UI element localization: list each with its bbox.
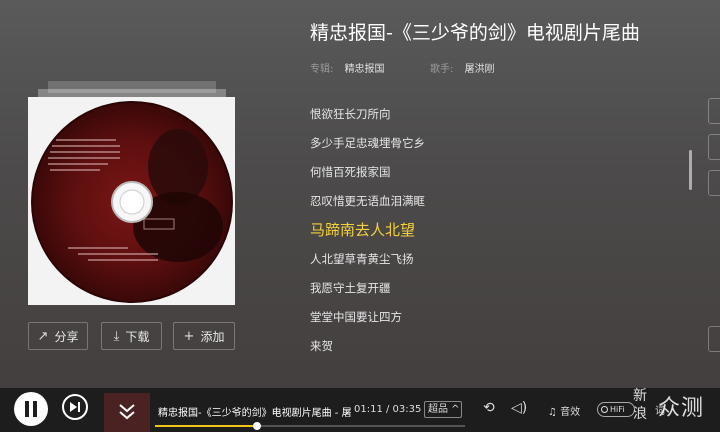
lyric-toggle-button[interactable]: 词 xyxy=(655,402,665,417)
quality-select[interactable]: 超品 ^ xyxy=(424,401,462,418)
lyric-line: 人北望草青黄尘飞扬 xyxy=(310,252,414,266)
lyric-line: 多少手足忠魂埋骨它乡 xyxy=(310,136,425,150)
next-icon xyxy=(70,402,80,412)
album-cover xyxy=(28,97,235,305)
side-button[interactable] xyxy=(708,98,720,124)
add-button[interactable]: + 添加 xyxy=(173,322,235,350)
lyric-line: 忍叹惜更无语血泪满眶 xyxy=(310,194,425,208)
download-button[interactable]: ⤓ 下载 xyxy=(101,322,162,350)
song-title: 精忠报国-《三少爷的剑》电视剧片尾曲 xyxy=(310,22,640,44)
hifi-label: HiFi xyxy=(610,405,625,414)
add-label: 添加 xyxy=(200,329,225,344)
lyric-line: 我愿守土复开疆 xyxy=(310,281,391,295)
singer-info: 歌手: 屠洪刚 xyxy=(430,60,495,75)
album-link[interactable]: 精忠报国 xyxy=(345,64,385,75)
share-button[interactable]: ↗ 分享 xyxy=(28,322,88,350)
plus-icon: + xyxy=(183,328,195,344)
side-button[interactable] xyxy=(708,170,720,196)
sound-effect-button[interactable]: ♫ 音效 xyxy=(548,403,580,418)
hifi-toggle[interactable]: HiFi xyxy=(597,402,635,417)
player-bar: 精忠报国-《三少爷的剑》电视剧片尾曲 - 屠 01:11 / 03:35 超品 … xyxy=(0,388,720,432)
share-icon: ↗ xyxy=(37,328,49,344)
download-label: 下载 xyxy=(125,329,150,344)
play-time: 01:11 / 03:35 xyxy=(352,404,422,415)
lyrics-scrollbar[interactable] xyxy=(689,150,692,190)
next-button[interactable] xyxy=(62,394,88,420)
lyric-line: 堂堂中国要让四方 xyxy=(310,310,402,324)
cd-disc-image xyxy=(31,101,233,303)
album-key: 专辑: xyxy=(310,64,334,75)
player-page: ↗ 分享 ⤓ 下载 + 添加 精忠报国-《三少爷的剑》电视剧片尾曲 专辑: 精忠… xyxy=(0,0,720,388)
pause-button[interactable] xyxy=(14,392,48,426)
download-icon: ⤓ xyxy=(113,328,120,344)
now-playing-title: 精忠报国-《三少爷的剑》电视剧片尾曲 - 屠 xyxy=(158,408,352,419)
progress-knob[interactable] xyxy=(253,422,262,430)
volume-icon[interactable]: ◁) xyxy=(511,400,527,416)
lyrics-panel[interactable]: 恨欲狂长刀所向多少手足忠魂埋骨它乡 何惜百死报家国忍叹惜更无语血泪满眶马蹄南去人北… xyxy=(310,100,670,361)
music-note-icon: ♫ xyxy=(548,407,557,418)
toggle-dot-icon xyxy=(601,406,608,413)
progress-fill xyxy=(155,425,258,427)
progress-bar[interactable] xyxy=(155,422,465,430)
share-label: 分享 xyxy=(54,329,79,344)
side-button[interactable] xyxy=(708,134,720,160)
pause-icon xyxy=(25,401,37,417)
singer-key: 歌手: xyxy=(430,64,454,75)
singer-link[interactable]: 屠洪刚 xyxy=(465,64,495,75)
lyric-line: 恨欲狂长刀所向 xyxy=(310,107,391,121)
lyric-line: 何惜百死报家国 xyxy=(310,165,391,179)
repeat-icon[interactable]: ⟲ xyxy=(483,400,495,416)
side-button[interactable] xyxy=(708,326,720,352)
sound-effect-label: 音效 xyxy=(560,407,581,418)
now-playing-thumbnail[interactable] xyxy=(104,393,150,432)
album-info: 专辑: 精忠报国 xyxy=(310,60,385,75)
collapse-icon xyxy=(104,393,150,432)
lyric-line-current: 马蹄南去人北望 xyxy=(310,221,416,239)
lyric-line: 来贺 xyxy=(310,339,333,353)
